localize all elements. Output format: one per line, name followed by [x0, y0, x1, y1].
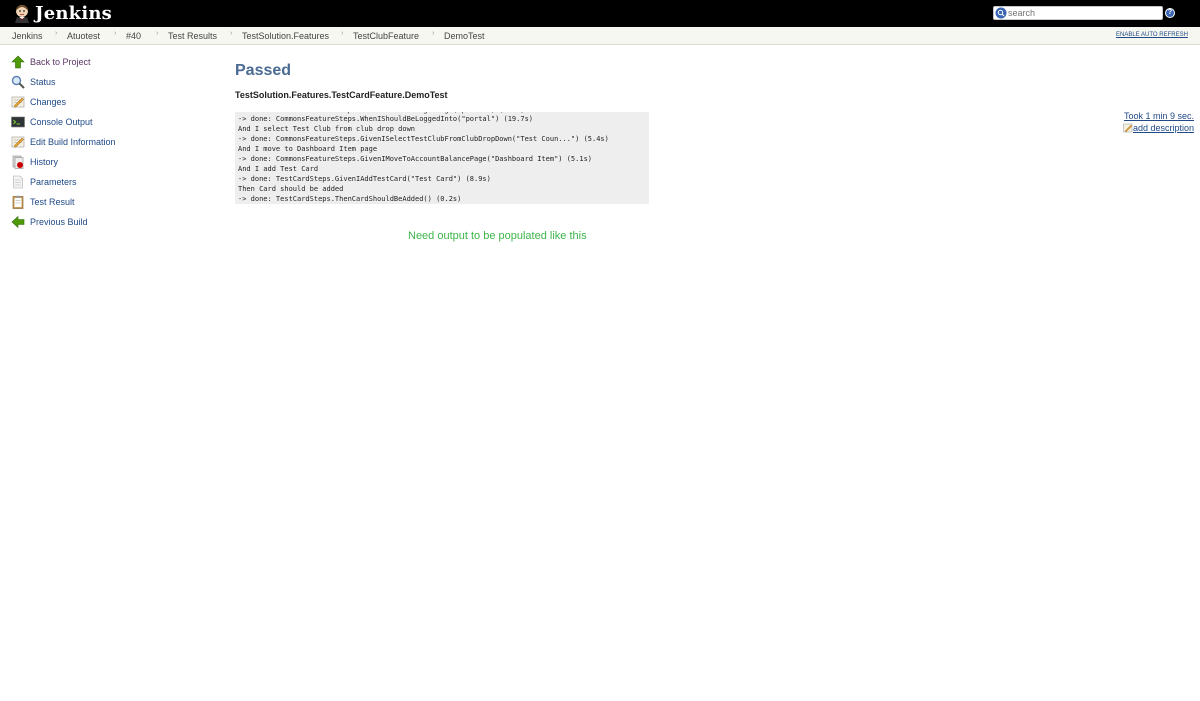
sidebar-item-label: Back to Project: [30, 57, 91, 67]
console-line: -> done: CommonsFeatureSteps.GivenISelec…: [238, 135, 609, 143]
search-icon: [995, 7, 1007, 19]
console-output-block: -> done: CommonsFeatureSteps.GivenIAmOnT…: [235, 112, 649, 204]
breadcrumb-separator-icon: ›: [341, 30, 344, 37]
notepad-icon: [11, 136, 25, 148]
breadcrumb-separator-icon: ›: [230, 30, 233, 37]
sidebar-item-label: Changes: [30, 97, 67, 107]
sidebar-item-history[interactable]: History: [11, 155, 58, 169]
breadcrumb-separator-icon: ›: [156, 30, 159, 37]
notepad-icon: [1123, 123, 1133, 132]
console-line: And I add Test Card: [238, 165, 319, 173]
breadcrumb: Jenkins › Atuotest › #40 › Test Results …: [0, 27, 1200, 45]
console-line: -> done: TestCardSteps.ThenCardShouldBeA…: [238, 195, 462, 203]
breadcrumb-item-jenkins[interactable]: Jenkins: [12, 31, 43, 41]
breadcrumb-item-test-results[interactable]: Test Results: [168, 31, 217, 41]
notepad-icon: [11, 96, 25, 108]
clipboard-icon: [12, 195, 24, 209]
page-title: Passed: [235, 62, 292, 79]
jenkins-logo[interactable]: Jenkins: [12, 2, 112, 24]
top-header: Jenkins ?: [0, 0, 1200, 27]
sidebar-item-changes[interactable]: Changes: [11, 95, 66, 109]
sidebar-item-label: Parameters: [30, 177, 77, 187]
sidebar-item-previous-build[interactable]: Previous Build: [11, 215, 88, 229]
sidebar-item-label: Test Result: [30, 197, 75, 207]
breadcrumb-item-test[interactable]: DemoTest: [444, 31, 485, 41]
breadcrumb-separator-icon: ›: [114, 30, 117, 37]
sidebar-item-label: Previous Build: [30, 217, 88, 227]
breadcrumb-separator-icon: ›: [55, 30, 58, 37]
breadcrumb-item-build[interactable]: #40: [126, 31, 141, 41]
sidebar-item-edit-build-information[interactable]: Edit Build Information: [11, 135, 116, 149]
sidebar-item-status[interactable]: Status: [11, 75, 56, 89]
console-line: -> done: CommonsFeatureSteps.GivenIMoveT…: [238, 155, 593, 163]
history-icon: [12, 155, 24, 169]
magnifier-icon: [11, 75, 25, 89]
sidebar-item-back-to-project[interactable]: Back to Project: [11, 55, 91, 69]
console-line-clipped: -> done: CommonsFeatureSteps.GivenIAmOnT…: [238, 112, 525, 114]
console-line: And I select Test Club from club drop do…: [238, 125, 416, 133]
jenkins-butler-icon: [15, 5, 29, 23]
console-line: And I move to Dashboard Item page: [238, 145, 378, 153]
up-arrow-icon: [11, 55, 25, 69]
breadcrumb-item-namespace[interactable]: TestSolution.Features: [242, 31, 329, 41]
test-name-heading: TestSolution.Features.TestCardFeature.De…: [235, 90, 448, 100]
search-box: [993, 6, 1163, 20]
sidebar-item-label: Console Output: [30, 117, 93, 127]
document-icon: [13, 175, 23, 189]
sidebar-item-label: Edit Build Information: [30, 137, 116, 147]
enable-auto-refresh-link[interactable]: ENABLE AUTO REFRESH: [1116, 32, 1188, 38]
sidebar-item-test-result[interactable]: Test Result: [11, 195, 75, 209]
help-icon[interactable]: ?: [1165, 8, 1175, 18]
sidebar-item-parameters[interactable]: Parameters: [11, 175, 77, 189]
sidebar-item-label: History: [30, 157, 59, 167]
add-description-link[interactable]: add description: [1123, 122, 1194, 133]
sidebar-item-console-output[interactable]: Console Output: [11, 115, 93, 129]
left-arrow-icon: [11, 215, 25, 229]
add-description-label: add description: [1133, 122, 1195, 133]
breadcrumb-item-project[interactable]: Atuotest: [67, 31, 100, 41]
console-line: Then Card should be added: [238, 185, 344, 193]
annotation-note: Need output to be populated like this: [408, 230, 587, 242]
breadcrumb-item-class[interactable]: TestClubFeature: [353, 31, 419, 41]
breadcrumb-separator-icon: ›: [432, 30, 435, 37]
console-line: -> done: CommonsFeatureSteps.WhenIShould…: [238, 115, 534, 123]
search-input[interactable]: [1007, 7, 1157, 19]
terminal-icon: [11, 116, 25, 128]
duration-link[interactable]: Took 1 min 9 sec.: [1124, 111, 1194, 121]
logo-text: Jenkins: [35, 2, 112, 24]
sidebar-item-label: Status: [30, 77, 56, 87]
console-line: -> done: TestCardSteps.GivenIAddTestCard…: [238, 175, 491, 183]
